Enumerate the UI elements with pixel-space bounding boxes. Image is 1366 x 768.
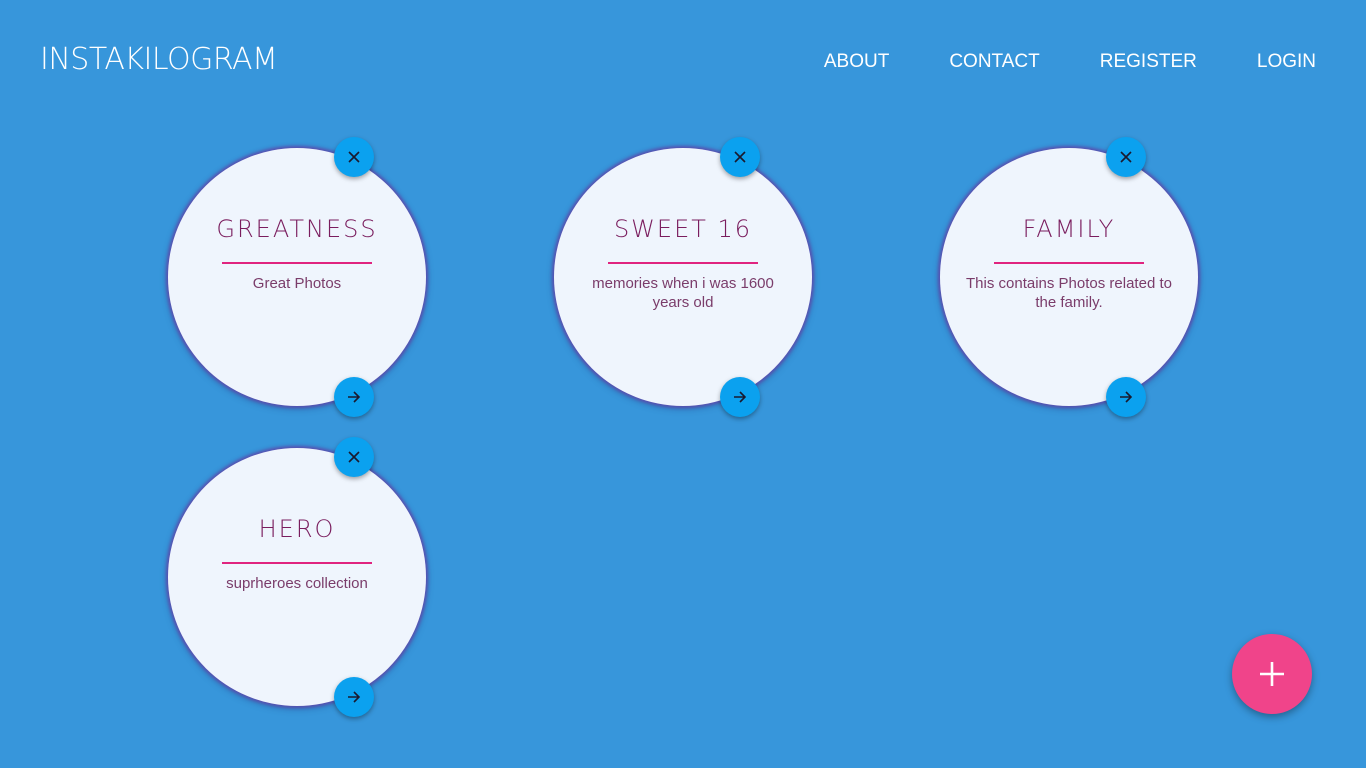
album-title: HERO (258, 515, 336, 543)
title-divider (222, 562, 372, 564)
title-divider (222, 262, 372, 264)
close-icon (734, 151, 746, 163)
open-album-button[interactable] (720, 377, 760, 417)
title-divider (994, 262, 1144, 264)
arrow-right-icon (734, 391, 747, 403)
album-title: FAMILY (1022, 215, 1116, 243)
close-icon (1120, 151, 1132, 163)
delete-album-button[interactable] (334, 437, 374, 477)
album-card: SWEET 16 memories when i was 1600 years … (554, 137, 812, 417)
close-icon (348, 151, 360, 163)
nav-about[interactable]: ABOUT (824, 48, 889, 76)
arrow-right-icon (348, 391, 361, 403)
album-card: GREATNESS Great Photos (168, 137, 426, 417)
album-card: FAMILY This contains Photos related to t… (940, 137, 1198, 417)
main-nav: ABOUT CONTACT REGISTER LOGIN (824, 48, 1316, 76)
add-album-button[interactable] (1232, 634, 1312, 714)
nav-contact[interactable]: CONTACT (949, 48, 1039, 76)
album-description: suprheroes collection (226, 575, 368, 592)
delete-album-button[interactable] (1106, 137, 1146, 177)
close-icon (348, 451, 360, 463)
open-album-button[interactable] (1106, 377, 1146, 417)
delete-album-button[interactable] (720, 137, 760, 177)
album-description: This contains Photos related to the fami… (966, 275, 1172, 311)
delete-album-button[interactable] (334, 137, 374, 177)
album-description: Great Photos (252, 275, 342, 292)
plus-icon (1260, 662, 1284, 686)
album-description: memories when i was 1600 years old (592, 275, 774, 311)
brand-logo[interactable]: INSTAKILOGRAM (40, 40, 278, 80)
title-divider (608, 262, 758, 264)
album-card: HERO suprheroes collection (168, 437, 426, 717)
nav-login[interactable]: LOGIN (1257, 48, 1316, 76)
arrow-right-icon (348, 691, 361, 703)
album-title: SWEET 16 (613, 215, 753, 243)
open-album-button[interactable] (334, 677, 374, 717)
arrow-right-icon (1120, 391, 1133, 403)
nav-register[interactable]: REGISTER (1100, 48, 1197, 76)
album-title: GREATNESS (216, 215, 378, 243)
open-album-button[interactable] (334, 377, 374, 417)
